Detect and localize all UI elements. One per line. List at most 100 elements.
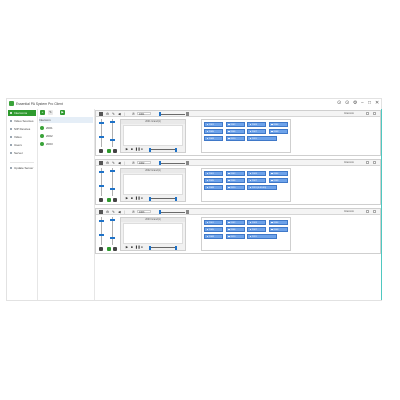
playback-knob[interactable] [149,245,151,250]
playback-end-knob[interactable] [175,147,177,152]
gain-slider[interactable] [110,119,115,147]
tools-icon[interactable]: ✎ [112,112,115,116]
volume-track[interactable] [159,211,185,213]
group-tile[interactable]: 2009 [204,234,223,239]
group-tile[interactable]: 2011 [247,136,277,141]
record-icon[interactable]: ● [140,147,144,151]
group-tile[interactable]: 2003 [247,220,266,225]
maximize-button[interactable]: □ [368,100,371,107]
play-icon[interactable]: ▶ [125,147,129,151]
add-icon[interactable]: + [40,110,45,115]
slider-knob[interactable] [99,234,104,236]
sidebar-item-update-server[interactable]: Update Server [8,165,36,171]
slider-knob[interactable] [110,170,115,172]
pause-icon[interactable]: ❚❚ [135,196,140,200]
settings-icon[interactable]: ⚙ [106,210,109,214]
edit-icon[interactable]: ✎ [48,110,53,115]
group-tile[interactable]: 2010 [225,136,245,141]
tools-icon[interactable]: ✎ [112,161,115,165]
group-tile[interactable]: 2003 [247,122,266,127]
slider-knob[interactable] [110,237,115,239]
checkbox[interactable] [366,161,369,164]
list-item[interactable]: Intercom [39,117,93,123]
group-tile[interactable]: 2008 [268,178,288,183]
playback-track[interactable] [149,149,175,150]
record-icon[interactable]: ● [140,196,144,200]
monitor-icon[interactable] [99,209,103,214]
sidebar-item-sip-devices[interactable]: SIP Devices [8,126,36,132]
play-icon[interactable]: ▶ [125,245,129,249]
settings-icon[interactable]: ⚙ [353,100,357,107]
group-tile[interactable]: 2007 [247,129,266,134]
expand-checkbox[interactable] [373,161,376,164]
settings-icon[interactable]: ⚙ [106,112,109,116]
sidebar-item-server[interactable]: Server [8,150,36,156]
slider-knob[interactable] [99,185,104,187]
group-tile[interactable]: 2001 [204,220,223,225]
group-tile[interactable]: 2011 (0:00:00) [247,185,277,190]
volume-slider[interactable] [99,168,104,196]
monitor-icon[interactable] [99,160,103,165]
volume-knob[interactable] [159,161,161,165]
mic-icon[interactable] [99,246,103,251]
call-icon[interactable] [107,246,111,251]
end-icon[interactable] [113,148,117,153]
group-tile[interactable]: 2002 [225,122,245,127]
monitor-icon[interactable] [99,111,103,116]
volume-knob[interactable] [159,210,161,214]
group-tile[interactable]: 2002 [225,220,245,225]
extension-field[interactable]: 1002 [137,161,151,165]
slider-knob[interactable] [110,121,115,123]
playback-track[interactable] [149,198,175,199]
group-tile[interactable]: 2008 [268,129,288,134]
sidebar-item-video-sources[interactable]: Video Sources [8,118,36,124]
phone-icon[interactable]: ✆ [132,210,135,214]
call-icon[interactable] [107,148,111,153]
speaker-icon[interactable]: ◀ [118,161,121,165]
call-icon[interactable] [107,197,111,202]
group-tile[interactable]: 2004 [268,220,288,225]
help-icon[interactable]: ⊙ [337,100,341,107]
mic-icon[interactable] [99,197,103,202]
group-tile[interactable]: 2005 [204,178,223,183]
group-tile[interactable]: 2011 [247,234,277,239]
group-tile[interactable]: 2007 [247,227,266,232]
playback-end-knob[interactable] [175,196,177,201]
sidebar-item-intercoms[interactable]: Intercoms [8,110,36,116]
volume-track[interactable] [159,113,185,115]
scrollbar[interactable] [381,109,382,300]
end-icon[interactable] [113,197,117,202]
list-item[interactable]: 2001 [39,125,93,131]
slider-knob[interactable] [99,220,104,222]
group-tile[interactable]: 2010 [225,234,245,239]
slider-knob[interactable] [110,219,115,221]
group-tile[interactable]: 2001 [204,122,223,127]
speaker-icon[interactable]: ◀ [118,210,121,214]
group-tile[interactable]: 2002 [225,171,245,176]
pause-icon[interactable]: ❚❚ [135,147,140,151]
gain-slider[interactable] [110,168,115,196]
playback-end-knob[interactable] [175,245,177,250]
playback-knob[interactable] [149,196,151,201]
volume-track[interactable] [159,162,185,164]
checkbox[interactable] [366,210,369,213]
stop-icon[interactable]: ■ [130,147,134,151]
pause-icon[interactable]: ❚❚ [135,245,140,249]
group-tile[interactable]: 2006 [225,227,245,232]
volume-slider[interactable] [99,217,104,245]
group-tile[interactable]: 2005 [204,129,223,134]
group-tile[interactable]: 2009 [204,185,223,190]
group-tile[interactable]: 2007 [247,178,266,183]
slider-knob[interactable] [110,139,115,141]
group-tile[interactable]: 2004 [268,171,288,176]
mic-icon[interactable] [99,148,103,153]
group-tile[interactable]: 2006 [225,129,245,134]
settings-icon[interactable]: ⚙ [106,161,109,165]
slider-knob[interactable] [99,122,104,124]
slider-knob[interactable] [99,136,104,138]
tools-icon[interactable]: ✎ [112,210,115,214]
record-icon[interactable]: ● [140,245,144,249]
group-tile[interactable]: 2003 [247,171,266,176]
expand-checkbox[interactable] [373,210,376,213]
speaker-icon[interactable]: ◀ [118,112,121,116]
